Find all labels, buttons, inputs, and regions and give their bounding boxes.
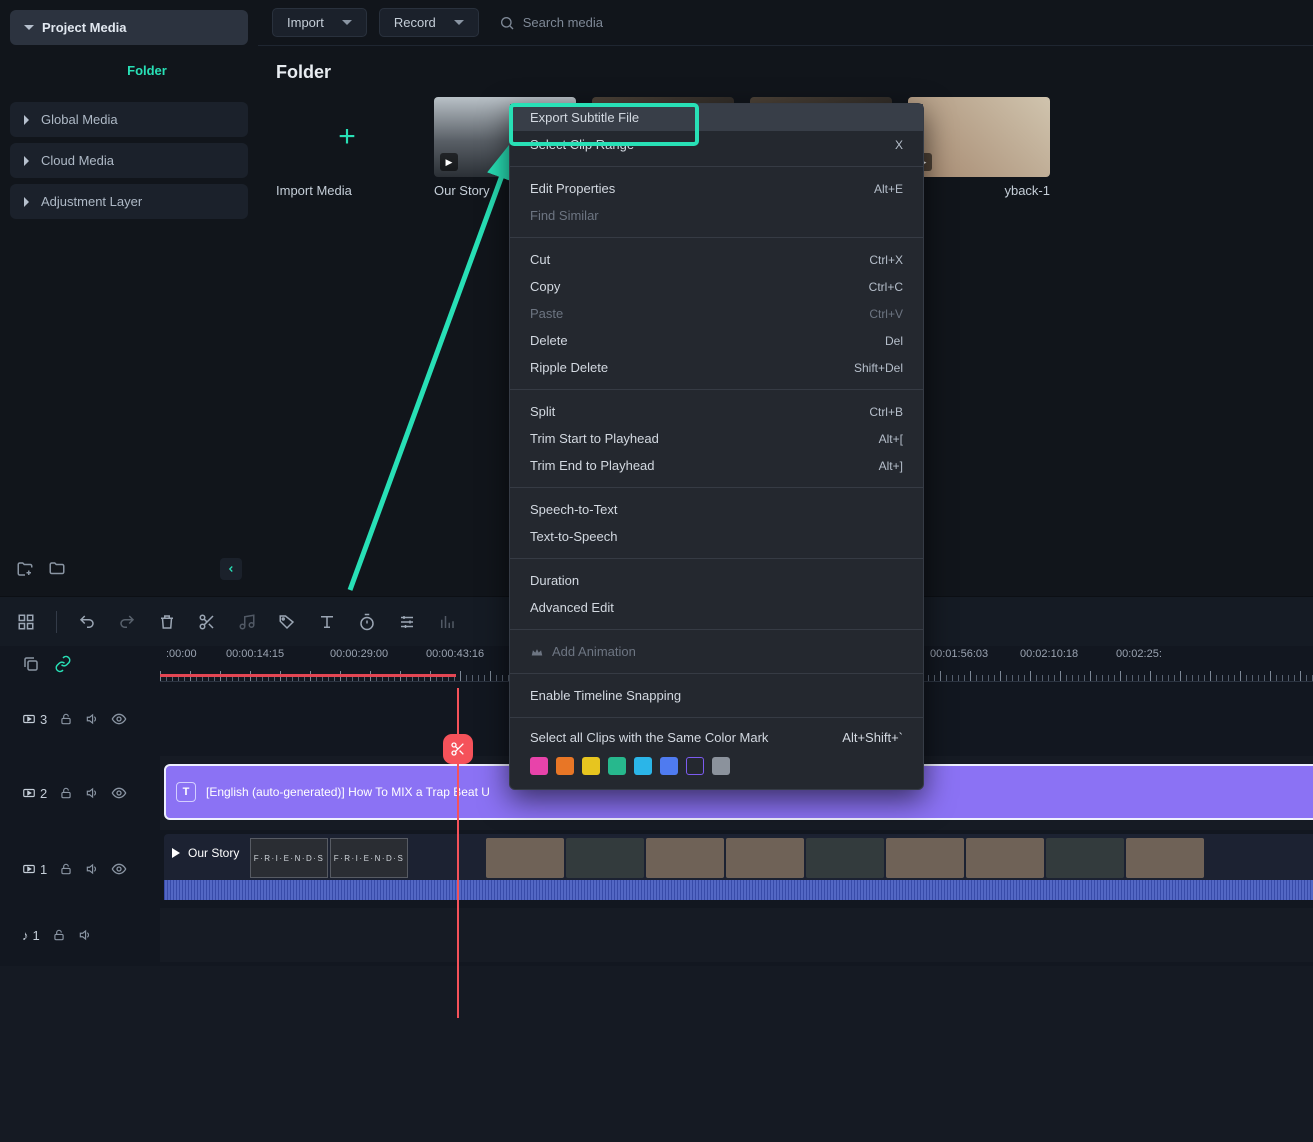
menu-select-by-color[interactable]: Select all Clips with the Same Color Mar… xyxy=(510,726,923,749)
apps-icon[interactable] xyxy=(16,612,36,632)
eye-icon[interactable] xyxy=(111,711,127,727)
lock-icon[interactable] xyxy=(59,712,73,726)
menu-split[interactable]: SplitCtrl+B xyxy=(510,398,923,425)
sidebar-item-adjustment-layer[interactable]: Adjustment Layer xyxy=(10,184,248,219)
media-item-yback-1[interactable]: ▶ yback-1 xyxy=(908,97,1050,198)
eye-icon[interactable] xyxy=(111,785,127,801)
menu-cut[interactable]: CutCtrl+X xyxy=(510,246,923,273)
menu-delete[interactable]: DeleteDel xyxy=(510,327,923,354)
media-top-bar: Import Record xyxy=(258,0,1313,46)
color-swatch[interactable] xyxy=(530,757,548,775)
menu-text-to-speech[interactable]: Text-to-Speech xyxy=(510,523,923,550)
track-label[interactable]: 1 xyxy=(22,862,47,877)
speaker-icon[interactable] xyxy=(85,786,99,800)
color-swatch[interactable] xyxy=(712,757,730,775)
left-sidebar: Project Media Folder Global Media Cloud … xyxy=(0,0,258,596)
menu-find-similar: Find Similar xyxy=(510,202,923,229)
search-input[interactable] xyxy=(523,15,723,30)
color-swatch[interactable] xyxy=(634,757,652,775)
collapse-sidebar-button[interactable] xyxy=(220,558,242,580)
scissors-icon[interactable] xyxy=(197,612,217,632)
text-badge-icon: T xyxy=(176,782,196,802)
playhead-cut-handle[interactable] xyxy=(443,734,473,764)
sidebar-item-cloud-media[interactable]: Cloud Media xyxy=(10,143,248,178)
menu-advanced-edit[interactable]: Advanced Edit xyxy=(510,594,923,621)
context-menu: Export Subtitle File Select Clip RangeX … xyxy=(509,103,924,790)
eye-icon[interactable] xyxy=(111,861,127,877)
chevron-right-icon xyxy=(24,156,29,166)
chevron-down-icon xyxy=(342,20,352,25)
speaker-icon[interactable] xyxy=(78,928,92,942)
menu-copy[interactable]: CopyCtrl+C xyxy=(510,273,923,300)
chevron-right-icon xyxy=(24,197,29,207)
sidebar-item-global-media[interactable]: Global Media xyxy=(10,102,248,137)
new-folder-icon[interactable] xyxy=(16,560,34,578)
track-audio-1: ♪ 1 xyxy=(0,908,1313,962)
folder-label[interactable]: Folder xyxy=(10,45,248,96)
chevron-down-icon xyxy=(454,20,464,25)
track-label[interactable]: ♪ 1 xyxy=(22,928,40,943)
clip-thumb: F·R·I·E·N·D·S xyxy=(330,838,408,878)
lock-icon[interactable] xyxy=(59,786,73,800)
color-swatch[interactable] xyxy=(556,757,574,775)
sliders-icon[interactable] xyxy=(397,612,417,632)
folder-section-title: Folder xyxy=(258,46,1313,93)
equalizer-icon[interactable] xyxy=(437,612,457,632)
menu-enable-snapping[interactable]: Enable Timeline Snapping xyxy=(510,682,923,709)
chevron-right-icon xyxy=(24,115,29,125)
redo-icon[interactable] xyxy=(117,612,137,632)
video-clip[interactable]: Our Story F·R·I·E·N·D·S F·R·I·E·N·D·S xyxy=(164,834,1313,900)
search-icon xyxy=(499,15,515,31)
color-swatch[interactable] xyxy=(660,757,678,775)
project-media-header[interactable]: Project Media xyxy=(10,10,248,45)
trash-icon[interactable] xyxy=(157,612,177,632)
folder-icon[interactable] xyxy=(48,560,66,578)
plus-icon: + xyxy=(338,120,356,154)
import-media-tile[interactable]: + Import Media xyxy=(276,97,418,198)
menu-edit-properties[interactable]: Edit PropertiesAlt+E xyxy=(510,175,923,202)
project-media-label: Project Media xyxy=(42,20,127,35)
track-video-1: 1 Our Story F·R·I·E·N·D·S F·R·I·E·N·D·S xyxy=(0,830,1313,908)
speaker-icon[interactable] xyxy=(85,862,99,876)
play-icon: ▶ xyxy=(440,153,458,171)
color-swatch[interactable] xyxy=(608,757,626,775)
track-label[interactable]: 2 xyxy=(22,786,47,801)
selection-range xyxy=(160,674,456,677)
waveform xyxy=(164,880,1313,900)
color-swatch[interactable] xyxy=(686,757,704,775)
play-icon xyxy=(172,848,180,858)
lock-icon[interactable] xyxy=(59,862,73,876)
color-swatch[interactable] xyxy=(582,757,600,775)
clip-thumb: F·R·I·E·N·D·S xyxy=(250,838,328,878)
stopwatch-icon[interactable] xyxy=(357,612,377,632)
undo-icon[interactable] xyxy=(77,612,97,632)
music-icon[interactable] xyxy=(237,612,257,632)
color-swatches xyxy=(510,749,923,779)
lock-icon[interactable] xyxy=(52,928,66,942)
menu-duration[interactable]: Duration xyxy=(510,567,923,594)
menu-speech-to-text[interactable]: Speech-to-Text xyxy=(510,496,923,523)
menu-trim-end[interactable]: Trim End to PlayheadAlt+] xyxy=(510,452,923,479)
menu-ripple-delete[interactable]: Ripple DeleteShift+Del xyxy=(510,354,923,381)
text-icon[interactable] xyxy=(317,612,337,632)
menu-trim-start[interactable]: Trim Start to PlayheadAlt+[ xyxy=(510,425,923,452)
tag-icon[interactable] xyxy=(277,612,297,632)
chevron-down-icon xyxy=(24,25,34,30)
import-dropdown[interactable]: Import xyxy=(272,8,367,37)
annotation-highlight xyxy=(509,103,699,146)
crown-icon xyxy=(530,645,544,659)
menu-paste: PasteCtrl+V xyxy=(510,300,923,327)
record-dropdown[interactable]: Record xyxy=(379,8,479,37)
menu-add-animation: Add Animation xyxy=(510,638,923,665)
search-media[interactable] xyxy=(491,11,1299,35)
track-label[interactable]: 3 xyxy=(22,712,47,727)
duplicate-icon[interactable] xyxy=(22,655,40,673)
link-icon[interactable] xyxy=(54,655,72,673)
speaker-icon[interactable] xyxy=(85,712,99,726)
